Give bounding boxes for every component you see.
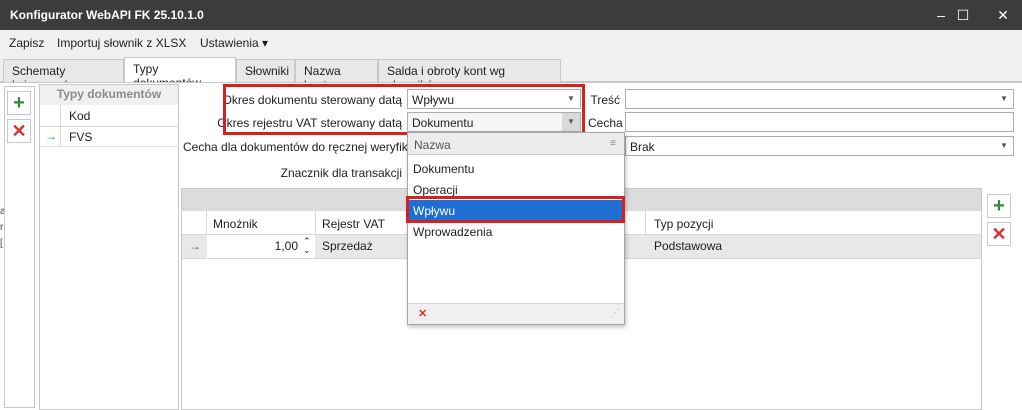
delete-icon[interactable]: ✕	[7, 119, 31, 143]
delete-icon[interactable]: ✕	[987, 222, 1011, 246]
list-item[interactable]: → FVS	[40, 127, 178, 147]
menu-item-zapisz[interactable]: Zapisz	[9, 36, 44, 50]
cecha-input[interactable]	[625, 112, 1014, 132]
resize-grip-icon[interactable]: ⋰	[610, 308, 620, 319]
okres-vat-dropdown: Nazwa ≡ Dokumentu Operacji Wpływu Wprowa…	[407, 132, 625, 325]
column-divider	[206, 211, 207, 235]
close-window-button[interactable]: ✕	[980, 0, 1022, 30]
tab-schematy[interactable]: Schematy księgowań	[3, 59, 124, 92]
menu-item-ustawienia[interactable]: Ustawienia ▾	[200, 36, 268, 50]
dropdown-column-nazwa[interactable]: Nazwa	[414, 138, 451, 152]
menu-bar: Zapisz Importuj słownik z XLSX Ustawieni…	[0, 30, 1022, 56]
column-divider	[60, 127, 61, 147]
znacznik-label: Znacznik dla transakcji	[280, 166, 402, 180]
spin-icon[interactable]: ⌃⌄	[303, 237, 312, 255]
column-divider	[645, 211, 646, 235]
column-typ-pozycji[interactable]: Typ pozycji	[654, 217, 713, 231]
clipped-glyph: r	[0, 222, 4, 233]
tab-nazwa-konta[interactable]: Nazwa konta	[295, 59, 378, 92]
column-rejestr-vat[interactable]: Rejestr VAT	[322, 217, 385, 231]
tab-typy-dokumentow[interactable]: Typy dokumentów	[124, 57, 236, 90]
dropdown-option-dokumentu[interactable]: Dokumentu	[408, 158, 624, 179]
column-divider	[60, 105, 61, 127]
dropdown-option-wprowadzenia[interactable]: Wprowadzenia	[408, 221, 624, 242]
types-column-header: Kod	[40, 105, 178, 127]
row-indicator-icon: →	[45, 129, 57, 143]
mnoznik-value: 1,00	[274, 239, 298, 253]
grid-toolbar: + ✕	[984, 188, 1018, 410]
tresc-select[interactable]: ▼	[625, 89, 1014, 109]
mnoznik-editor[interactable]: 1,00 ⌃⌄	[207, 235, 315, 258]
highlight-box	[223, 84, 585, 135]
document-types-list: Typy dokumentów Kod → FVS	[39, 84, 179, 410]
dropdown-header: Nazwa ≡	[408, 133, 624, 155]
types-toolbar: + ✕	[4, 86, 35, 408]
typ-pozycji-cell[interactable]: Podstawowa	[654, 239, 722, 253]
cecha-reczna-select[interactable]: Brak ▼	[625, 136, 1014, 156]
types-list-header: Typy dokumentów	[40, 85, 178, 105]
row-indicator-icon: →	[189, 239, 201, 253]
clear-icon[interactable]: ✕	[418, 307, 427, 320]
window-title: Konfigurator WebAPI FK 25.10.1.0	[10, 8, 204, 22]
kod-cell[interactable]: FVS	[69, 130, 92, 144]
title-bar: Konfigurator WebAPI FK 25.10.1.0 – ☐ ✕	[0, 0, 1022, 30]
cecha-reczna-label: Cecha dla dokumentów do ręcznej weryfika…	[183, 140, 426, 154]
tresc-label: Treść	[590, 93, 620, 107]
column-mnoznik[interactable]: Mnożnik	[213, 217, 258, 231]
add-icon[interactable]: +	[987, 194, 1011, 218]
chevron-down-icon[interactable]: ▼	[995, 137, 1013, 155]
column-kod[interactable]: Kod	[69, 109, 90, 123]
dropdown-footer: ✕ ⋰	[408, 303, 624, 324]
tab-salda-obroty[interactable]: Salda i obroty kont wg słowników	[378, 59, 561, 92]
tab-slowniki[interactable]: Słowniki	[236, 59, 295, 83]
cecha-reczna-value: Brak	[630, 140, 655, 154]
highlight-box	[406, 196, 625, 223]
chevron-down-icon[interactable]: ▼	[995, 90, 1013, 108]
sort-icon[interactable]: ≡	[610, 138, 616, 149]
cecha-label: Cecha	[588, 116, 623, 130]
clipped-glyph: [	[0, 238, 3, 249]
rejestr-cell[interactable]: Sprzedaż	[322, 239, 373, 253]
column-divider	[315, 211, 316, 235]
tab-strip: Schematy księgowań Typy dokumentów Słown…	[0, 56, 1022, 92]
menu-item-importuj[interactable]: Importuj słownik z XLSX	[57, 36, 186, 50]
add-icon[interactable]: +	[7, 91, 31, 115]
